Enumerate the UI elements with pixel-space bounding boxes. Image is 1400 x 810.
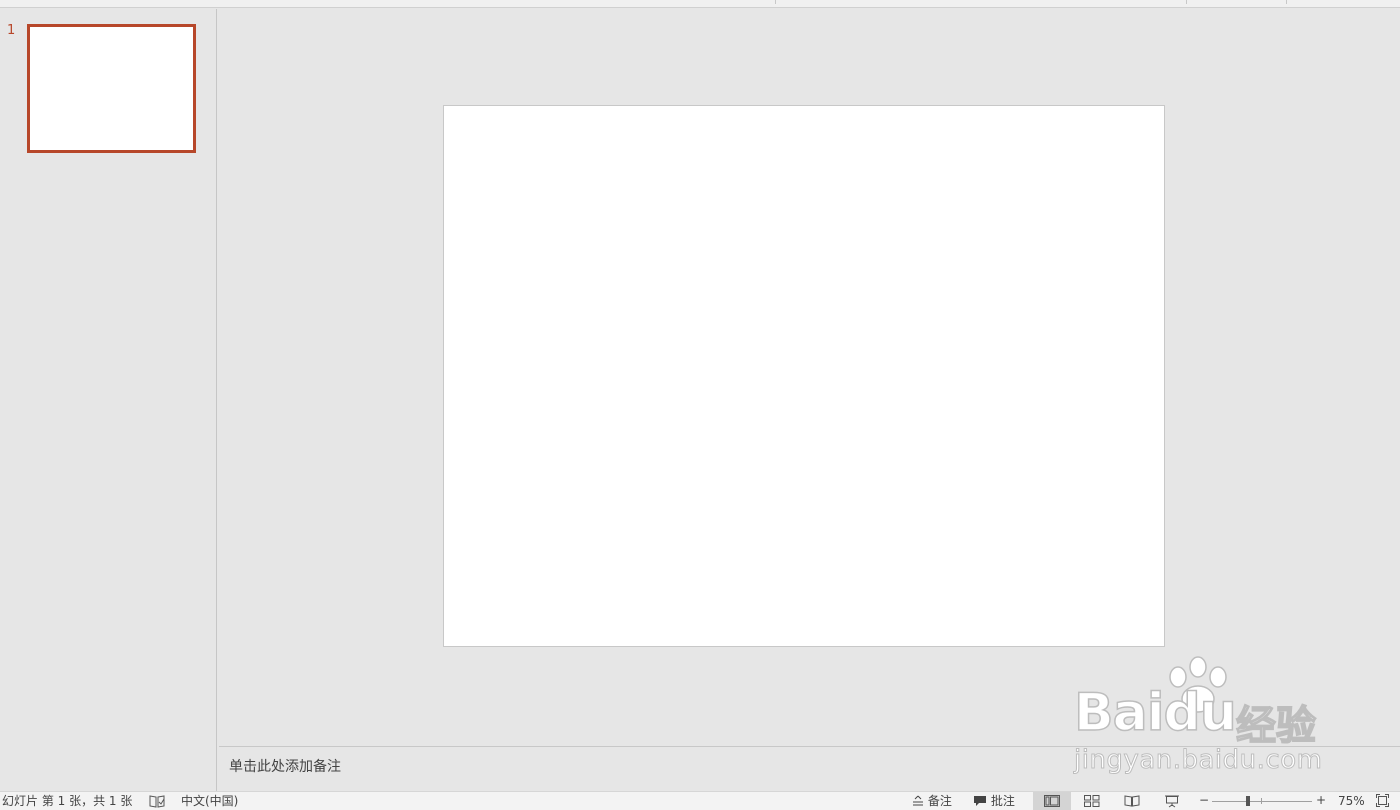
slide-sorter-icon: [1084, 795, 1100, 807]
slide-sorter-view-button[interactable]: [1073, 792, 1111, 810]
zoom-slider-thumb[interactable]: [1246, 796, 1251, 806]
normal-view-icon: [1044, 795, 1060, 807]
comment-icon: [974, 796, 986, 806]
ribbon-group-separator: [1286, 0, 1287, 4]
slideshow-view-button[interactable]: [1153, 792, 1191, 810]
normal-view-button[interactable]: [1033, 792, 1071, 810]
notes-placeholder[interactable]: 单击此处添加备注: [229, 756, 341, 776]
ribbon-group-separator: [775, 0, 776, 4]
reading-view-icon: [1124, 795, 1140, 807]
comments-toggle-button[interactable]: 批注: [973, 794, 1015, 809]
zoom-in-button[interactable]: +: [1316, 793, 1326, 808]
ribbon-bottom-edge: [0, 0, 1400, 8]
slideshow-icon: [1165, 795, 1179, 807]
ribbon-group-separator: [1186, 0, 1187, 4]
notes-toggle-button[interactable]: 备注: [912, 794, 952, 809]
comments-toggle-label: 批注: [990, 794, 1015, 808]
reading-view-button[interactable]: [1113, 792, 1151, 810]
slide-thumbnail-pane[interactable]: 1: [0, 9, 217, 791]
notes-toggle-label: 备注: [927, 794, 952, 808]
current-slide[interactable]: [443, 105, 1165, 647]
powerpoint-window: 1 单击此处添加备注 幻灯片 第 1 张，共 1 张 中文(中国) 备注 批注 …: [0, 0, 1400, 810]
slide-editor-area[interactable]: [217, 9, 1400, 746]
zoom-level[interactable]: 75%: [1338, 794, 1365, 809]
zoom-slider-center-tick: [1261, 798, 1262, 804]
status-bar: 幻灯片 第 1 张，共 1 张 中文(中国) 备注 批注 − + 75%: [0, 791, 1400, 810]
notes-icon: [913, 795, 923, 806]
thumbnail-number: 1: [7, 23, 16, 38]
slide-thumbnail[interactable]: [27, 24, 196, 153]
zoom-slider-track[interactable]: [1212, 801, 1312, 802]
spell-check-icon[interactable]: [149, 794, 165, 810]
language-indicator[interactable]: 中文(中国): [181, 794, 238, 809]
notes-pane[interactable]: 单击此处添加备注: [219, 746, 1400, 791]
fit-to-window-icon[interactable]: [1376, 794, 1389, 810]
zoom-out-button[interactable]: −: [1199, 793, 1209, 808]
slide-count-info: 幻灯片 第 1 张，共 1 张: [2, 794, 133, 808]
